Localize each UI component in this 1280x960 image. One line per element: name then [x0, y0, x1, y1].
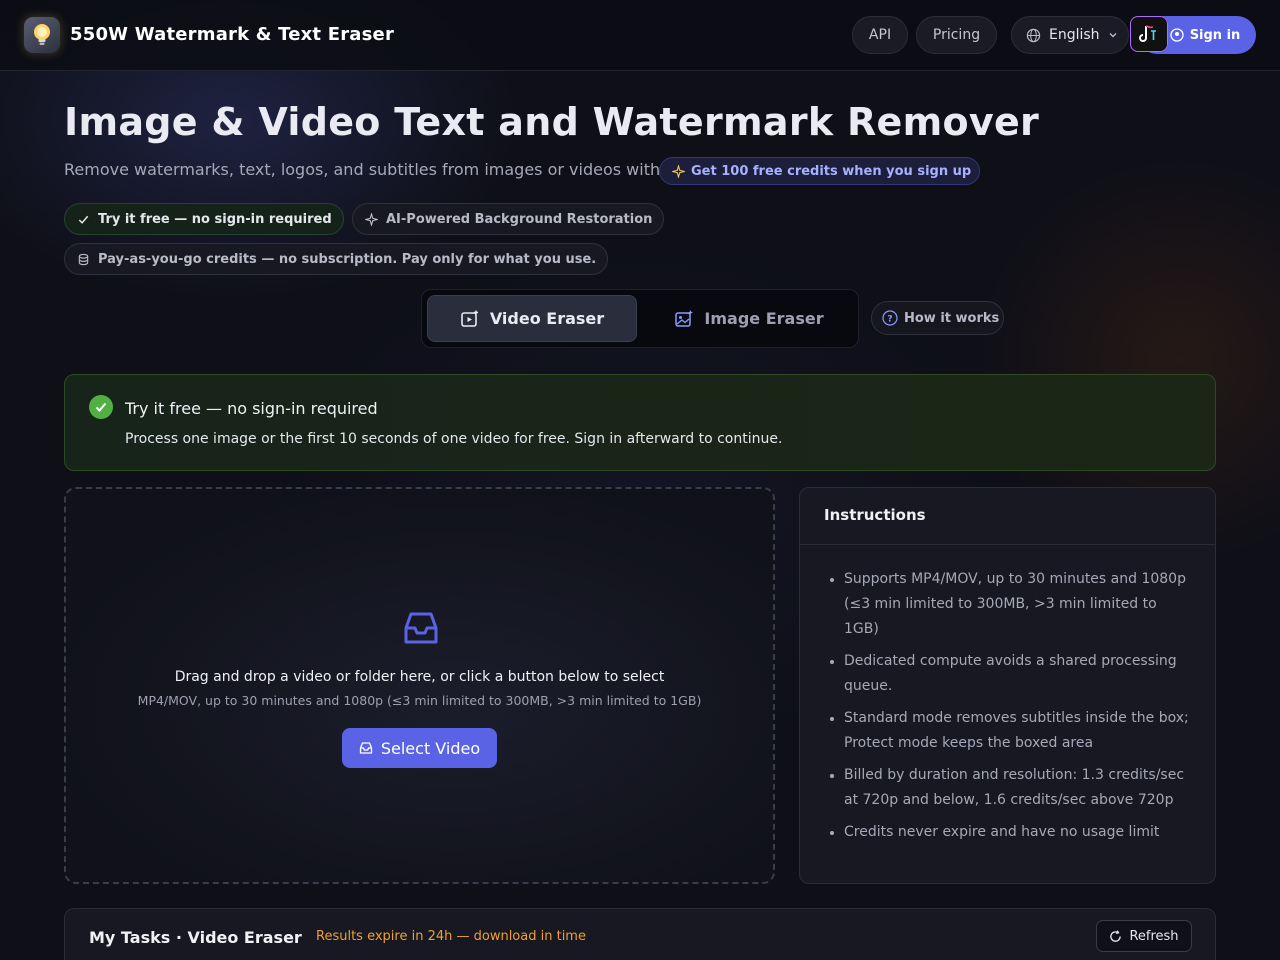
feature-chip-payg: Pay-as-you-go credits — no subscription.… — [64, 243, 608, 275]
instruction-item: Dedicated compute avoids a shared proces… — [828, 649, 1191, 699]
instruction-item: Billed by duration and resolution: 1.3 c… — [828, 763, 1191, 813]
refresh-icon — [1110, 929, 1122, 942]
free-credits-badge[interactable]: Get 100 free credits when you sign up — [659, 157, 980, 185]
refresh-button[interactable]: Refresh — [1096, 920, 1192, 952]
feature-chip-ai-label: AI-Powered Background Restoration — [386, 211, 653, 227]
app-badge-icon[interactable] — [1130, 16, 1168, 52]
expiry-notice: Results expire in 24h — download in time — [316, 929, 586, 944]
video-dropzone[interactable]: Drag and drop a video or folder here, or… — [64, 487, 775, 884]
instructions-list: Supports MP4/MOV, up to 30 minutes and 1… — [800, 545, 1215, 845]
select-video-label: Select Video — [380, 738, 481, 758]
eraser-tabs: Video Eraser Image Eraser — [421, 289, 859, 348]
sparkle-icon — [365, 212, 378, 226]
tab-image-eraser[interactable]: Image Eraser — [644, 295, 854, 342]
free-credits-label: Get 100 free credits when you sign up — [691, 163, 972, 179]
instruction-item: Credits never expire and have no usage l… — [828, 820, 1191, 845]
my-tasks-panel: My Tasks · Video Eraser Results expire i… — [64, 908, 1216, 960]
free-trial-description: Process one image or the first 10 second… — [125, 431, 783, 447]
how-it-works-button[interactable]: ? How it works — [871, 301, 1004, 335]
tab-image-label: Image Eraser — [704, 309, 824, 328]
language-label: English — [1049, 27, 1100, 43]
tab-video-label: Video Eraser — [489, 309, 605, 328]
check-icon — [78, 215, 89, 224]
globe-icon — [1026, 28, 1041, 42]
how-it-works-label: How it works — [904, 310, 1000, 326]
pricing-link[interactable]: Pricing — [916, 16, 997, 54]
inbox-icon — [359, 742, 373, 754]
instructions-panel: Instructions Supports MP4/MOV, up to 30 … — [799, 487, 1216, 884]
video-icon — [461, 310, 478, 327]
svg-text:?: ? — [887, 315, 892, 325]
dropzone-limits: MP4/MOV, up to 30 minutes and 1080p (≤3 … — [137, 693, 702, 708]
page-title: Image & Video Text and Watermark Remover — [64, 100, 1040, 144]
image-icon — [675, 309, 694, 327]
lightbulb-icon — [34, 24, 50, 45]
select-video-button[interactable]: Select Video — [342, 728, 497, 768]
check-circle-icon — [89, 395, 113, 419]
page-subtitle: Remove watermarks, text, logos, and subt… — [64, 160, 686, 179]
feature-chip-ai: AI-Powered Background Restoration — [352, 203, 664, 235]
feature-chip-payg-label: Pay-as-you-go credits — no subscription.… — [98, 251, 597, 267]
feature-chip-free-label: Try it free — no sign-in required — [98, 211, 332, 227]
top-bar: 550W Watermark & Text Eraser API Pricing… — [0, 0, 1280, 71]
free-trial-banner: Try it free — no sign-in required Proces… — [64, 374, 1216, 471]
feature-chip-free: Try it free — no sign-in required — [64, 203, 344, 235]
instructions-title: Instructions — [800, 488, 1215, 545]
help-icon: ? — [882, 310, 898, 326]
sign-in-label: Sign in — [1189, 27, 1241, 43]
database-icon — [78, 253, 89, 265]
tab-video-eraser[interactable]: Video Eraser — [427, 295, 637, 342]
free-trial-title: Try it free — no sign-in required — [125, 399, 378, 418]
app-logo[interactable] — [24, 17, 60, 53]
chevron-down-icon — [1109, 33, 1117, 38]
my-tasks-title: My Tasks · Video Eraser — [89, 928, 302, 947]
instruction-item: Supports MP4/MOV, up to 30 minutes and 1… — [828, 567, 1191, 642]
brand-name[interactable]: 550W Watermark & Text Eraser — [70, 24, 394, 45]
dropzone-instruction: Drag and drop a video or folder here, or… — [174, 669, 665, 685]
sparkle-icon — [672, 164, 685, 178]
api-link[interactable]: API — [852, 16, 908, 54]
instruction-item: Standard mode removes subtitles inside t… — [828, 706, 1191, 756]
inbox-icon — [404, 612, 438, 644]
refresh-label: Refresh — [1129, 928, 1179, 944]
language-selector[interactable]: English — [1011, 16, 1129, 54]
user-icon — [1170, 28, 1184, 42]
